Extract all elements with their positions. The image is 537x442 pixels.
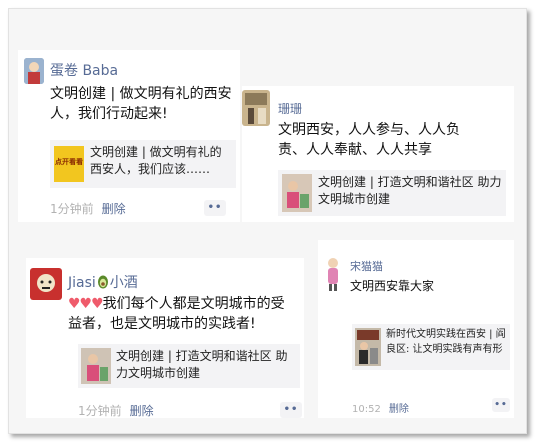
link-thumbnail [355,328,381,366]
poster-name[interactable]: Jiasi 小酒 [68,272,138,292]
more-actions-button[interactable]: •• [280,402,302,418]
post-text: ♥♥♥我们每个人都是文明城市的受益者，也是文明城市的实践者! [68,294,298,335]
post-time: 1分钟前 [50,202,94,216]
heart-icon: ♥♥♥ [68,296,104,312]
post-meta: 1分钟前 删除 [78,402,154,419]
link-thumbnail: 点开看看 [54,146,84,182]
avatar[interactable] [322,254,344,292]
delete-link[interactable]: 删除 [102,202,126,216]
avatar[interactable] [242,90,270,126]
poster-name[interactable]: 蛋卷 Baba [50,60,118,80]
poster-name[interactable]: 宋猫猫 [350,258,383,274]
link-title: 文明创建 | 打造文明和谐社区 助力文明城市创建 [116,349,288,381]
shared-link-card[interactable]: 点开看看 文明创建 | 做文明有礼的西安人，我们应该…… [50,140,236,188]
avatar[interactable] [30,268,62,300]
shared-link-card[interactable]: 新时代文明实践在西安 | 阎良区: 让文明实践有声有形 [352,324,510,370]
post-text: 文明西安，人人参与、人人负责、人人奉献、人人共享 [278,122,460,159]
poster-name-text: Jiasi [68,275,96,291]
post-time: 10:52 [352,404,381,415]
more-actions-button[interactable]: •• [492,398,510,412]
poster-name[interactable]: 珊珊 [278,100,302,117]
moment-post-1: 蛋卷 Baba 文明创建 | 做文明有礼的西安人，我们行动起来! 点开看看 文明… [18,50,240,222]
shared-link-card[interactable]: 文明创建 | 打造文明和谐社区 助力文明城市创建 [78,344,300,388]
avatar[interactable] [24,58,44,84]
post-meta: 1分钟前 删除 [50,200,126,217]
post-time: 1分钟前 [78,404,122,418]
moment-post-2: 珊珊 文明西安，人人参与、人人负责、人人奉献、人人共享 文明创建 | 打造文明和… [242,86,514,222]
post-meta: 10:52 删除 [352,400,409,415]
moment-post-4: 宋猫猫 文明西安靠大家 新时代文明实践在西安 | 阎良区: 让文明实践有声有形 … [318,240,514,418]
link-title: 文明创建 | 做文明有礼的西安人，我们应该…… [90,145,222,177]
moment-post-3: Jiasi 小酒 ♥♥♥我们每个人都是文明城市的受益者，也是文明城市的实践者! 文… [26,258,304,418]
link-thumbnail [81,348,111,384]
screenshot-frame: 蛋卷 Baba 文明创建 | 做文明有礼的西安人，我们行动起来! 点开看看 文明… [8,8,527,434]
post-text: 文明西安靠大家 [350,279,435,293]
link-title: 新时代文明实践在西安 | 阎良区: 让文明实践有声有形 [386,329,506,355]
link-thumbnail [282,174,312,212]
thumbnail-text: 点开看看 [55,158,83,166]
link-title: 文明创建 | 打造文明和谐社区 助力文明城市创建 [318,175,502,207]
more-actions-button[interactable]: •• [204,200,226,216]
avocado-icon [96,275,110,291]
delete-link[interactable]: 删除 [389,404,409,415]
shared-link-card[interactable]: 文明创建 | 打造文明和谐社区 助力文明城市创建 [278,170,506,216]
delete-link[interactable]: 删除 [130,404,154,418]
poster-name-suffix: 小酒 [109,275,138,291]
post-text: 文明创建 | 做文明有礼的西安人，我们行动起来! [50,86,232,123]
